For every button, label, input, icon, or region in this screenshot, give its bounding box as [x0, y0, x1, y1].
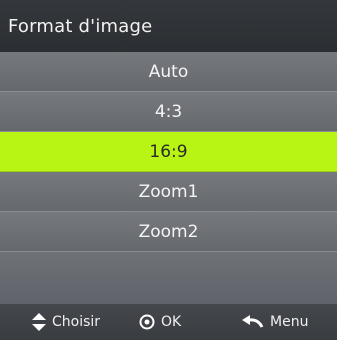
hint-ok: OK: [139, 314, 181, 330]
menu-item-4-3[interactable]: 4:3: [0, 92, 337, 132]
menu-item-16-9[interactable]: 16:9: [0, 132, 337, 172]
menu-empty-row: [0, 252, 337, 304]
menu-item-label: Zoom1: [138, 181, 199, 202]
menu-item-label: 4:3: [154, 101, 183, 122]
return-arrow-icon: [242, 315, 264, 329]
menu-item-label: Auto: [148, 61, 189, 82]
ok-circle-icon: [139, 314, 155, 330]
menu-header: Format d'image: [0, 0, 337, 52]
up-down-arrows-icon: [32, 313, 46, 331]
footer-hints: Choisir OK Menu: [0, 304, 337, 340]
hint-choose: Choisir: [32, 313, 100, 331]
osd-screen: Format d'image Auto 4:3 16:9 Zoom1 Zoom2: [0, 0, 337, 340]
hint-menu-label: Menu: [270, 314, 309, 330]
menu-item-label: Zoom2: [138, 221, 199, 242]
page-title: Format d'image: [8, 15, 153, 37]
menu-item-zoom1[interactable]: Zoom1: [0, 172, 337, 212]
menu-item-zoom2[interactable]: Zoom2: [0, 212, 337, 252]
menu-item-auto[interactable]: Auto: [0, 52, 337, 92]
aspect-ratio-menu: Auto 4:3 16:9 Zoom1 Zoom2: [0, 52, 337, 304]
hint-choose-label: Choisir: [52, 314, 101, 330]
hint-ok-label: OK: [161, 314, 182, 330]
menu-item-label: 16:9: [149, 141, 188, 162]
hint-menu: Menu: [242, 314, 308, 330]
